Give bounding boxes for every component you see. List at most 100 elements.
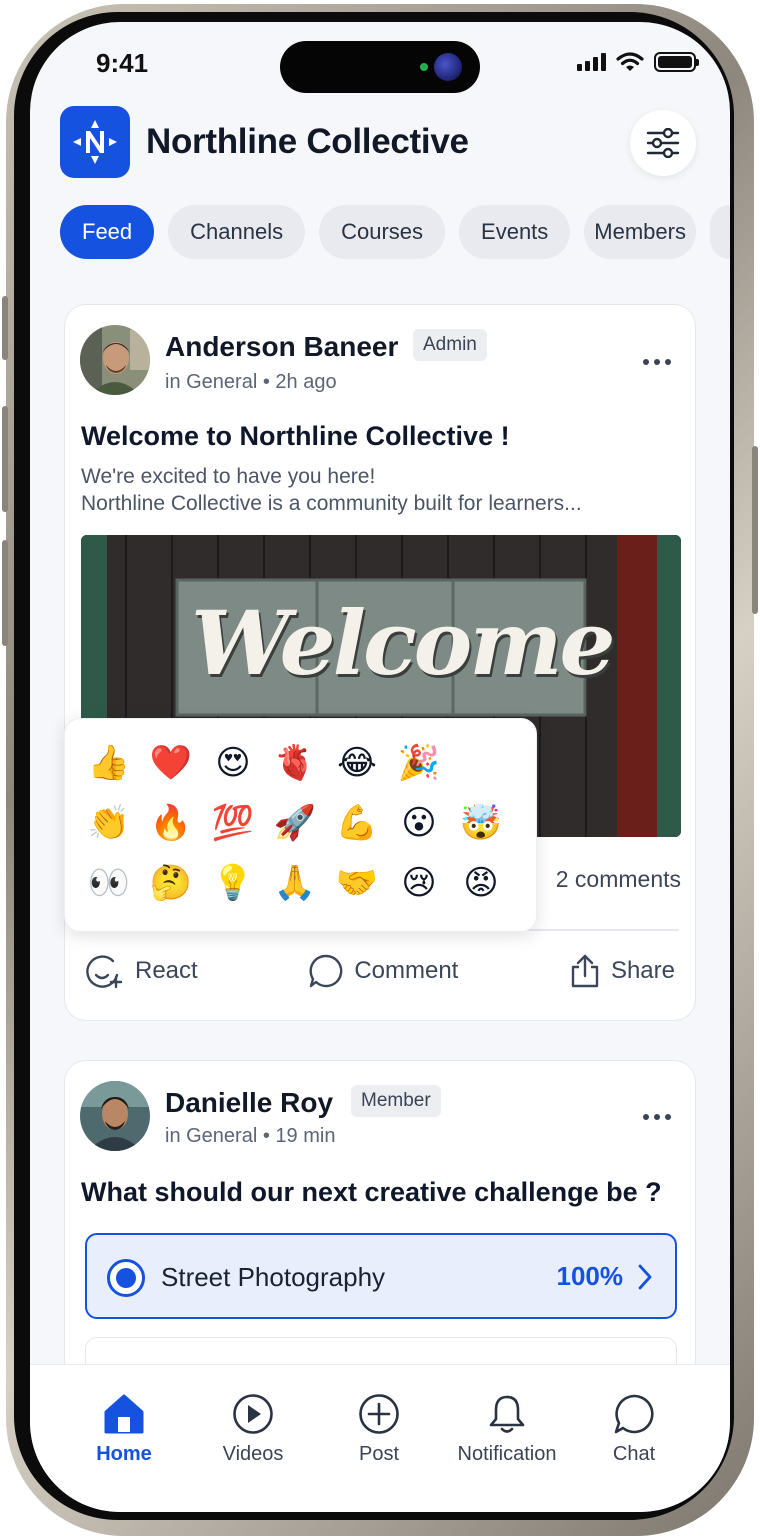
cellular-signal-icon — [577, 53, 606, 71]
side-button — [2, 406, 8, 512]
post-meta: in General • 19 min — [165, 1125, 335, 1148]
nav-label: Chat — [612, 1443, 656, 1465]
post-body: We're excited to have you here! Northlin… — [81, 463, 671, 517]
anatomical-heart-emoji[interactable]: 🫀 — [273, 741, 317, 785]
post-channel[interactable]: in General — [165, 371, 257, 393]
nav-label: Notification — [457, 1443, 557, 1465]
mind-blown-emoji[interactable]: 🤯 — [459, 801, 503, 845]
party-popper-emoji[interactable]: 🎉 — [397, 741, 441, 785]
clapping-emoji[interactable]: 👏 — [87, 801, 131, 845]
category-tabs: Feed Channels Courses Events Members — [60, 205, 730, 259]
avatar[interactable] — [80, 325, 150, 395]
more-options-icon[interactable] — [643, 1114, 671, 1120]
folded-hands-emoji[interactable]: 🙏 — [273, 861, 317, 905]
comment-icon — [309, 954, 343, 988]
sliders-icon — [646, 128, 680, 158]
add-reaction-icon — [86, 955, 123, 989]
dynamic-island — [280, 41, 480, 93]
react-label: React — [135, 957, 198, 984]
post-time: 19 min — [275, 1125, 336, 1147]
hundred-points-emoji[interactable]: 💯 — [211, 801, 255, 845]
post-author[interactable]: Danielle Roy — [165, 1087, 333, 1119]
bottom-navigation: Home Videos Post Notification Chat — [30, 1364, 730, 1512]
meta-separator: • — [262, 1125, 276, 1147]
nav-chat[interactable]: Chat — [574, 1393, 694, 1466]
nav-label: Home — [96, 1443, 152, 1465]
eyes-emoji[interactable]: 👀 — [87, 861, 131, 905]
nav-notification[interactable]: Notification — [447, 1393, 567, 1466]
side-button — [2, 540, 8, 646]
poll-option[interactable]: Street Photography 100% — [85, 1233, 677, 1319]
indicator-dot — [420, 63, 428, 71]
angry-emoji[interactable]: 😡 — [459, 861, 503, 905]
nav-label: Videos — [222, 1443, 284, 1465]
nav-home[interactable]: Home — [64, 1393, 184, 1466]
status-icons — [577, 52, 699, 72]
filter-button[interactable] — [630, 110, 696, 176]
comment-button[interactable]: Comment — [308, 953, 458, 989]
post-body-line: Northline Collective is a community buil… — [81, 492, 582, 515]
flexed-biceps-emoji[interactable]: 💪 — [335, 801, 379, 845]
post-actions: React Comment Share — [83, 951, 675, 991]
red-heart-emoji[interactable]: ❤️ — [149, 741, 193, 785]
tab-members[interactable]: Members — [584, 205, 696, 259]
app-screen: 9:41 Northline Collective Feed Channels … — [30, 22, 730, 1512]
post-image-caption: Welcome — [191, 591, 615, 695]
post-meta: in General • 2h ago — [165, 371, 337, 394]
handshake-emoji[interactable]: 🤝 — [335, 861, 379, 905]
role-badge: Admin — [413, 329, 487, 361]
home-icon — [104, 1394, 144, 1434]
tab-events[interactable]: Events — [459, 205, 571, 259]
status-time: 9:41 — [96, 48, 149, 78]
meta-separator: • — [262, 371, 276, 393]
side-button — [2, 296, 8, 360]
share-label: Share — [610, 957, 675, 984]
plus-circle-icon — [359, 1394, 399, 1434]
post-channel[interactable]: in General — [165, 1125, 257, 1147]
more-options-icon[interactable] — [643, 359, 671, 365]
share-icon — [571, 954, 599, 988]
battery-icon — [654, 52, 699, 72]
poll-option-percent: 100% — [556, 1261, 624, 1291]
share-button[interactable]: Share — [569, 953, 675, 989]
nav-videos[interactable]: Videos — [193, 1393, 313, 1466]
rocket-emoji[interactable]: 🚀 — [273, 801, 317, 845]
play-circle-icon — [233, 1394, 273, 1434]
fire-emoji[interactable]: 🔥 — [149, 801, 193, 845]
heart-eyes-emoji[interactable]: 😍 — [211, 741, 255, 785]
bell-icon — [489, 1395, 525, 1433]
poll-question: What should our next creative challenge … — [81, 1177, 662, 1207]
post-time: 2h ago — [275, 371, 337, 393]
side-button — [752, 446, 758, 614]
surprised-emoji[interactable]: 😮 — [397, 801, 441, 845]
post-title: Welcome to Northline Collective ! — [81, 421, 510, 451]
thumbs-up-emoji[interactable]: 👍 — [87, 741, 131, 785]
tears-of-joy-emoji[interactable]: 😂 — [335, 741, 379, 785]
post-body-line: We're excited to have you here! — [81, 465, 376, 488]
nav-post[interactable]: Post — [319, 1393, 439, 1466]
app-title: Northline Collective — [146, 122, 469, 161]
app-logo[interactable] — [60, 106, 130, 178]
emoji-reaction-picker: 👍 ❤️ 😍 🫀 😂 🎉 👏 🔥 💯 🚀 💪 😮 🤯 👀 🤔 💡 🙏 🤝 😢 😡 — [64, 718, 537, 932]
comment-count[interactable]: 2 comments — [556, 866, 681, 893]
poll-option-label: Street Photography — [161, 1262, 386, 1292]
tab-courses[interactable]: Courses — [319, 205, 446, 259]
tab-channels[interactable]: Channels — [168, 205, 306, 259]
tab-overflow[interactable] — [709, 205, 730, 259]
react-button[interactable]: React — [83, 951, 198, 991]
nav-label: Post — [358, 1443, 400, 1465]
comment-label: Comment — [354, 957, 459, 984]
emoji-grid-spacer — [459, 741, 521, 785]
thinking-emoji[interactable]: 🤔 — [149, 861, 193, 905]
poll-radio-selected[interactable] — [107, 1259, 145, 1297]
camera-icon — [434, 53, 462, 81]
avatar[interactable] — [80, 1081, 150, 1151]
light-bulb-emoji[interactable]: 💡 — [211, 861, 255, 905]
wifi-icon — [616, 52, 644, 71]
crying-emoji[interactable]: 😢 — [397, 861, 441, 905]
chat-bubble-icon — [614, 1394, 654, 1434]
tab-feed[interactable]: Feed — [60, 205, 155, 259]
post-author[interactable]: Anderson Baneer — [165, 331, 398, 363]
chevron-right-icon — [638, 1264, 652, 1290]
role-badge: Member — [351, 1085, 441, 1117]
